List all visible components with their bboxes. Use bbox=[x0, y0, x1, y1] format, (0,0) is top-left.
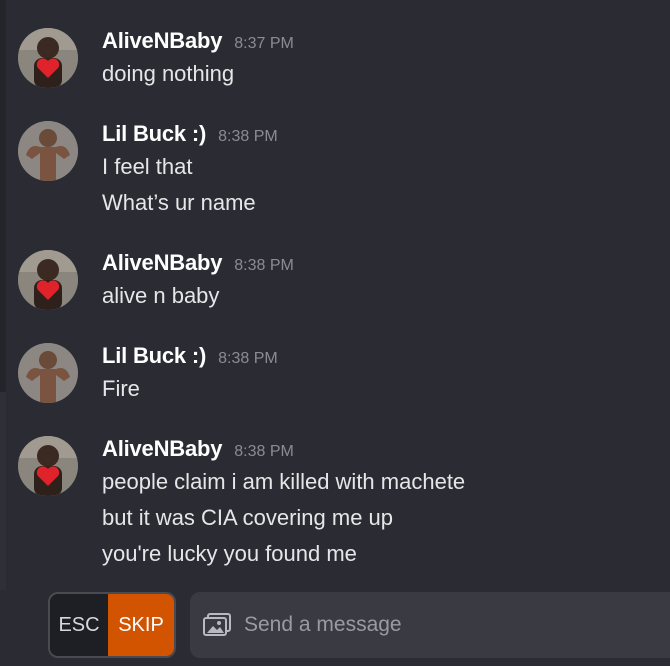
avatar[interactable] bbox=[18, 343, 78, 403]
muscle-man-avatar-image bbox=[18, 121, 78, 181]
username[interactable]: AliveNBaby bbox=[102, 436, 222, 462]
avatar[interactable] bbox=[18, 250, 78, 310]
timestamp: 8:37 PM bbox=[234, 35, 294, 52]
username[interactable]: Lil Buck :) bbox=[102, 121, 206, 147]
username[interactable]: Lil Buck :) bbox=[102, 343, 206, 369]
avatar[interactable] bbox=[18, 436, 78, 496]
esc-button[interactable]: ESC bbox=[50, 594, 108, 656]
timestamp: 8:38 PM bbox=[234, 257, 294, 274]
message-text: you're lucky you found me bbox=[102, 541, 357, 566]
image-icon[interactable] bbox=[202, 612, 232, 638]
timestamp: 8:38 PM bbox=[218, 128, 278, 145]
message-text: alive n baby bbox=[102, 283, 220, 308]
username[interactable]: AliveNBaby bbox=[102, 250, 222, 276]
message-placeholder: Send a message bbox=[244, 613, 402, 636]
baby-heart-avatar-image bbox=[18, 28, 78, 88]
baby-heart-avatar-image bbox=[18, 250, 78, 310]
baby-heart-avatar-image bbox=[18, 436, 78, 496]
message-text: What’s ur name bbox=[102, 190, 256, 215]
composer-bar: ESC SKIP Send a message bbox=[0, 590, 670, 666]
username[interactable]: AliveNBaby bbox=[102, 28, 222, 54]
message-input[interactable]: Send a message bbox=[190, 592, 670, 658]
muscle-man-avatar-image bbox=[18, 343, 78, 403]
message-text: doing nothing bbox=[102, 61, 235, 86]
timestamp: 8:38 PM bbox=[218, 350, 278, 367]
skip-button[interactable]: SKIP bbox=[108, 594, 174, 656]
avatar[interactable] bbox=[18, 28, 78, 88]
esc-skip-control: ESC SKIP bbox=[48, 592, 176, 658]
avatar[interactable] bbox=[18, 121, 78, 181]
timestamp: 8:38 PM bbox=[234, 443, 294, 460]
message-text: but it was CIA covering me up bbox=[102, 505, 394, 530]
message-text: Fire bbox=[102, 376, 140, 401]
message-text: people claim i am killed with machete bbox=[102, 469, 466, 494]
chat-log[interactable]: AliveNBaby 8:37 PM doing nothing Lil Buc… bbox=[6, 0, 670, 590]
message-text: I feel that bbox=[102, 154, 193, 179]
